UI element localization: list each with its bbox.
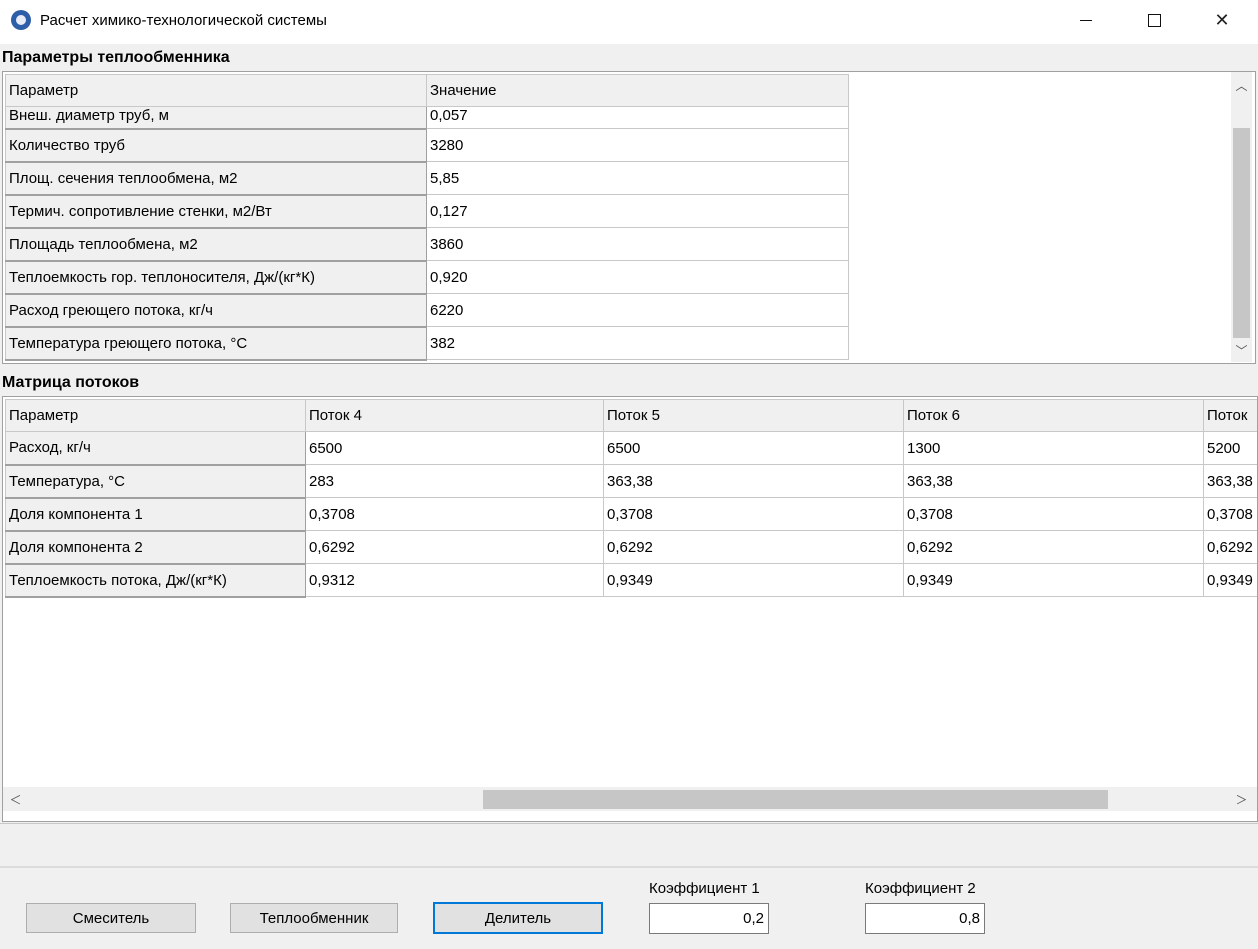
flow-matrix-section-title: Матрица потоков bbox=[2, 374, 140, 391]
param-name-cell[interactable]: Расход греющего потока, кг/ч bbox=[5, 293, 427, 328]
app-icon bbox=[11, 10, 31, 30]
column-header-stream-5[interactable]: Поток 5 bbox=[603, 399, 904, 432]
stream-value-cell[interactable]: 283 bbox=[305, 464, 604, 498]
param-value-cell[interactable]: 3860 bbox=[426, 227, 849, 261]
param-value-cell[interactable]: 0,127 bbox=[426, 194, 849, 228]
stream-value-cell[interactable]: 0,9312 bbox=[305, 563, 604, 597]
column-header-stream-4[interactable]: Поток 4 bbox=[305, 399, 604, 432]
stream-value-cell[interactable]: 0,3708 bbox=[603, 497, 904, 531]
stream-value-cell[interactable]: 0,3708 bbox=[1203, 497, 1257, 531]
row-header-cell[interactable]: Доля компонента 2 bbox=[5, 530, 306, 565]
param-value-cell[interactable]: 5,85 bbox=[426, 161, 849, 195]
coefficient-1-label: Коэффициент 1 bbox=[649, 880, 760, 897]
horizontal-scrollbar[interactable]: ＜ ＞ bbox=[3, 787, 1257, 811]
stream-value-cell[interactable]: 0,9349 bbox=[1203, 563, 1257, 597]
coefficient-2-input[interactable]: 0,8 bbox=[865, 903, 985, 934]
stream-value-cell[interactable]: 0,6292 bbox=[305, 530, 604, 564]
heat-exchanger-table: Параметр Значение Внеш. диаметр труб, м0… bbox=[5, 74, 849, 361]
maximize-button[interactable] bbox=[1131, 0, 1177, 40]
param-name-cell[interactable]: Площ. сечения теплообмена, м2 bbox=[5, 161, 427, 196]
stream-value-cell[interactable]: 363,38 bbox=[903, 464, 1204, 498]
vertical-scrollbar[interactable]: ︿ ﹀ bbox=[1231, 72, 1252, 362]
table-row: Доля компонента 2 0,6292 0,6292 0,6292 0,629… bbox=[5, 530, 1257, 565]
row-header-cell[interactable]: Расход, кг/ч bbox=[5, 431, 306, 466]
minimize-button[interactable] bbox=[1063, 0, 1109, 40]
stream-value-cell[interactable]: 0,3708 bbox=[903, 497, 1204, 531]
param-value-cell[interactable]: 0,057 bbox=[426, 106, 849, 129]
table-row: Площ. сечения теплообмена, м2 5,85 bbox=[5, 161, 849, 196]
table-row: Расход, кг/ч 6500 6500 1300 5200 bbox=[5, 431, 1257, 466]
table-row: Теплоемкость потока, Дж/(кг*К) 0,9312 0,93… bbox=[5, 563, 1257, 598]
table-row: Температура, °С 283 363,38 363,38 363,38 bbox=[5, 464, 1257, 499]
stream-value-cell[interactable]: 0,6292 bbox=[903, 530, 1204, 564]
flow-matrix-table: Параметр Поток 4 Поток 5 Поток 6 Поток Р… bbox=[5, 399, 1257, 598]
stream-value-cell[interactable]: 363,38 bbox=[603, 464, 904, 498]
table-row: Доля компонента 1 0,3708 0,3708 0,3708 0,370… bbox=[5, 497, 1257, 532]
param-value-cell[interactable]: 3280 bbox=[426, 128, 849, 162]
stream-value-cell[interactable]: 363,38 bbox=[1203, 464, 1257, 498]
flow-matrix-grid[interactable]: Параметр Поток 4 Поток 5 Поток 6 Поток Р… bbox=[2, 396, 1258, 822]
stream-value-cell[interactable]: 6500 bbox=[603, 431, 904, 465]
coefficient-1-input[interactable]: 0,2 bbox=[649, 903, 769, 934]
scroll-left-icon[interactable]: ＜ bbox=[5, 789, 26, 809]
table-row: Термич. сопротивление стенки, м2/Вт 0,127 bbox=[5, 194, 849, 229]
row-header-cell[interactable]: Доля компонента 1 bbox=[5, 497, 306, 532]
param-name-cell[interactable]: Площадь теплообмена, м2 bbox=[5, 227, 427, 262]
title-bar: Расчет химико-технологической системы ✕ bbox=[0, 0, 1258, 44]
table-row: Площадь теплообмена, м2 3860 bbox=[5, 227, 849, 262]
param-name-cell[interactable]: Количество труб bbox=[5, 128, 427, 163]
table-row: Количество труб 3280 bbox=[5, 128, 849, 163]
param-value-cell[interactable]: 0,920 bbox=[426, 260, 849, 294]
stream-value-cell[interactable]: 0,9349 bbox=[603, 563, 904, 597]
bottom-panel: Смеситель Теплообменник Делитель Коэффиц… bbox=[0, 866, 1258, 949]
stream-value-cell[interactable]: 0,3708 bbox=[305, 497, 604, 531]
heat-exchanger-section-title: Параметры теплообменника bbox=[2, 49, 230, 66]
minimize-icon bbox=[1080, 19, 1092, 21]
row-header-cell[interactable]: Температура, °С bbox=[5, 464, 306, 499]
column-header-value[interactable]: Значение bbox=[426, 74, 849, 107]
vertical-scroll-thumb[interactable] bbox=[1233, 128, 1250, 338]
stream-value-cell[interactable]: 0,6292 bbox=[603, 530, 904, 564]
param-name-cell[interactable]: Теплоемкость гор. теплоносителя, Дж/(кг*… bbox=[5, 260, 427, 295]
table-header-row: Параметр Значение bbox=[5, 74, 849, 107]
close-button[interactable]: ✕ bbox=[1199, 0, 1245, 40]
status-band bbox=[0, 823, 1258, 865]
maximize-icon bbox=[1147, 13, 1161, 27]
splitter-button[interactable]: Делитель bbox=[433, 902, 603, 934]
table-header-row: Параметр Поток 4 Поток 5 Поток 6 Поток bbox=[5, 399, 1257, 432]
column-header-param[interactable]: Параметр bbox=[5, 74, 427, 107]
coefficient-2-label: Коэффициент 2 bbox=[865, 880, 976, 897]
param-value-cell[interactable]: 382 bbox=[426, 326, 849, 360]
scroll-right-icon[interactable]: ＞ bbox=[1231, 789, 1252, 809]
scroll-up-icon[interactable]: ︿ bbox=[1231, 75, 1252, 95]
param-name-cell[interactable]: Термич. сопротивление стенки, м2/Вт bbox=[5, 194, 427, 229]
heat-exchanger-button[interactable]: Теплообменник bbox=[230, 903, 398, 933]
stream-value-cell[interactable]: 5200 bbox=[1203, 431, 1257, 465]
stream-value-cell[interactable]: 0,6292 bbox=[1203, 530, 1257, 564]
heat-exchanger-grid[interactable]: Параметр Значение Внеш. диаметр труб, м0… bbox=[2, 71, 1256, 364]
stream-value-cell[interactable]: 1300 bbox=[903, 431, 1204, 465]
close-icon: ✕ bbox=[1214, 9, 1230, 30]
column-header-stream-6[interactable]: Поток 6 bbox=[903, 399, 1204, 432]
row-header-cell[interactable]: Теплоемкость потока, Дж/(кг*К) bbox=[5, 563, 306, 598]
table-row: Теплоемкость гор. теплоносителя, Дж/(кг*… bbox=[5, 260, 849, 295]
horizontal-scroll-thumb[interactable] bbox=[483, 790, 1108, 809]
table-row: Внеш. диаметр труб, м 0,057 bbox=[5, 106, 849, 130]
param-name-cell[interactable]: Внеш. диаметр труб, м bbox=[5, 106, 427, 130]
stream-value-cell[interactable]: 6500 bbox=[305, 431, 604, 465]
param-value-cell[interactable]: 6220 bbox=[426, 293, 849, 327]
window-title: Расчет химико-технологической системы bbox=[40, 12, 327, 29]
column-header-stream-7[interactable]: Поток bbox=[1203, 399, 1257, 432]
scroll-down-icon[interactable]: ﹀ bbox=[1231, 340, 1252, 360]
table-row: Температура греющего потока, °С 382 bbox=[5, 326, 849, 361]
table-row: Расход греющего потока, кг/ч 6220 bbox=[5, 293, 849, 328]
mixer-button[interactable]: Смеситель bbox=[26, 903, 196, 933]
column-header-param[interactable]: Параметр bbox=[5, 399, 306, 432]
param-name-cell[interactable]: Температура греющего потока, °С bbox=[5, 326, 427, 361]
stream-value-cell[interactable]: 0,9349 bbox=[903, 563, 1204, 597]
